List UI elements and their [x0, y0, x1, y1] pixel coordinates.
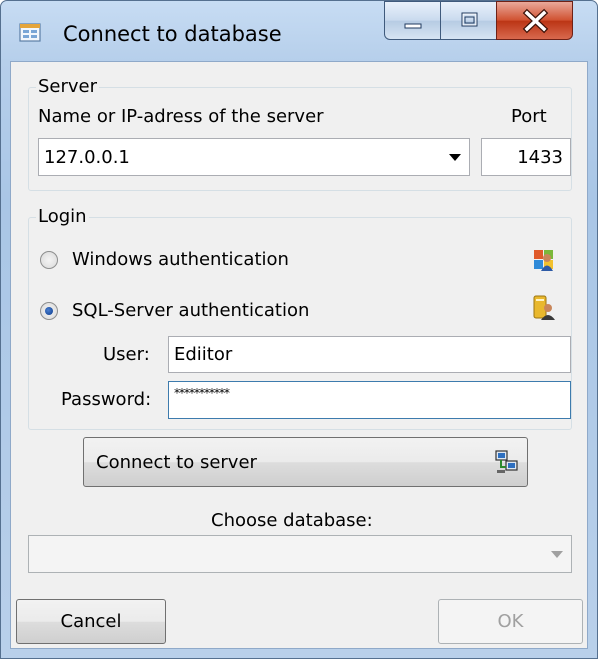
title-bar[interactable]: Connect to database	[1, 1, 597, 61]
ok-button[interactable]: OK	[438, 599, 583, 644]
minimize-button[interactable]	[384, 1, 441, 40]
choose-database-label: Choose database:	[211, 510, 373, 531]
windows-users-icon	[532, 248, 556, 276]
dialog-window: Connect to database Server Name or IP-ad…	[0, 0, 598, 659]
connect-to-server-button[interactable]: Connect to server	[83, 437, 528, 487]
user-value: Ediitor	[174, 344, 233, 365]
user-label: User:	[103, 344, 150, 365]
password-label: Password:	[61, 389, 152, 410]
windows-auth-radio[interactable]	[40, 251, 58, 269]
sql-server-user-icon	[532, 295, 556, 325]
sql-auth-radio[interactable]	[40, 302, 58, 320]
chevron-down-icon[interactable]	[449, 154, 461, 162]
connect-button-label: Connect to server	[96, 451, 257, 473]
user-input[interactable]: Ediitor	[168, 336, 571, 373]
port-value: 1433	[517, 146, 563, 168]
window-title: Connect to database	[63, 22, 282, 46]
caption-buttons	[384, 1, 574, 41]
maximize-button[interactable]	[440, 1, 497, 40]
minimize-icon	[404, 23, 422, 29]
server-name-label: Name or IP-adress of the server	[38, 106, 324, 127]
close-icon	[522, 8, 549, 34]
port-input[interactable]: 1433	[481, 138, 571, 176]
sql-auth-label[interactable]: SQL-Server authentication	[72, 300, 309, 321]
cancel-button[interactable]: Cancel	[16, 599, 166, 644]
chevron-down-icon	[551, 551, 563, 558]
maximize-icon	[461, 12, 478, 27]
dialog-client-area: Server Name or IP-adress of the server P…	[10, 61, 588, 649]
app-icon	[19, 21, 41, 43]
login-group-label: Login	[36, 206, 89, 227]
server-group-label: Server	[36, 76, 100, 97]
password-value: ***********	[174, 386, 230, 400]
password-input[interactable]: ***********	[168, 381, 571, 419]
server-name-value: 127.0.0.1	[44, 146, 130, 168]
network-computers-icon	[495, 450, 519, 479]
windows-auth-label[interactable]: Windows authentication	[72, 249, 289, 270]
cancel-button-label: Cancel	[60, 611, 122, 632]
server-name-combobox[interactable]: 127.0.0.1	[38, 138, 470, 176]
radio-selected-dot	[45, 307, 53, 315]
close-button[interactable]	[496, 1, 573, 40]
port-label: Port	[511, 106, 547, 127]
ok-button-label: OK	[497, 611, 524, 632]
database-combobox[interactable]	[28, 535, 572, 573]
